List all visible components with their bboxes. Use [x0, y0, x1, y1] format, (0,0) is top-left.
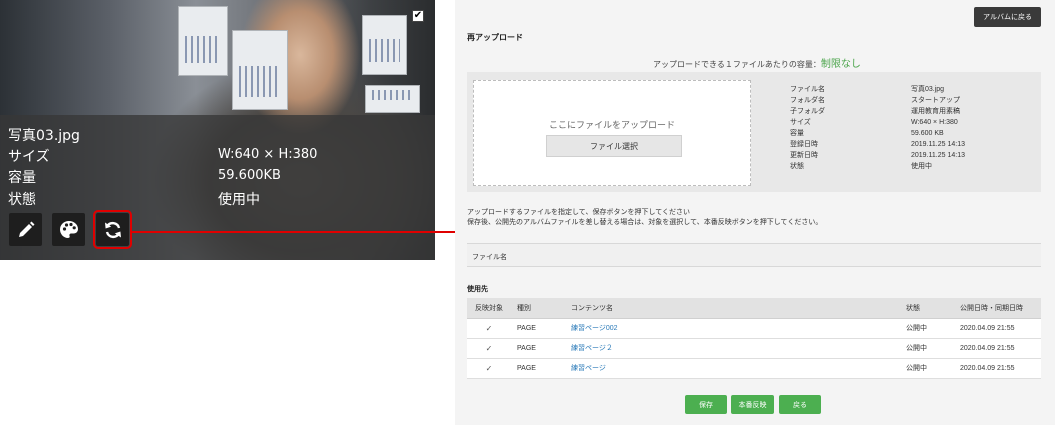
row-content-link[interactable]: 練習ページ002 — [565, 318, 900, 339]
status-value: 使用中 — [218, 192, 260, 208]
filename-field: ファイル名 — [467, 243, 1041, 267]
filename-label: ファイル名 — [472, 254, 507, 261]
capacity-value: 59.600KB — [218, 168, 281, 183]
meta-values: 写真03.jpg スタートアップ 運用教育用素稿 W:640 × H:380 5… — [911, 84, 965, 172]
content-link-text[interactable]: 練習ページ — [571, 365, 606, 372]
refresh-icon — [104, 221, 121, 238]
table-header-row: 反映対象 種別 コンテンツ名 状態 公開日時・同期日時 — [467, 298, 1041, 319]
row-date: 2020.04.09 21:55 — [954, 358, 1041, 379]
dropzone-text: ここにファイルをアップロード — [548, 120, 675, 130]
row-type: PAGE — [511, 338, 565, 359]
meta-label: 子フォルダ — [790, 108, 825, 115]
meta-value: 写真03.jpg — [911, 86, 945, 93]
meta-value: 使用中 — [911, 163, 932, 170]
usage-title: 使用先 — [467, 286, 488, 293]
upload-area: ここにファイルをアップロード ファイル選択 ファイル名 フォルダ名 子フォルダ … — [467, 72, 1041, 192]
wall-chart — [365, 85, 420, 113]
wall-chart — [362, 15, 407, 75]
file-select-button[interactable]: ファイル選択 — [546, 135, 682, 157]
meta-value: スタートアップ — [911, 97, 960, 104]
status-label: 状態 — [8, 192, 36, 208]
col-status: 状態 — [900, 298, 954, 319]
capacity-label: 容量 — [8, 170, 36, 186]
reupload-panel: アルバムに戻る 再アップロード アップロードできる１ファイルあたりの容量：制限な… — [455, 0, 1055, 425]
col-content: コンテンツ名 — [565, 298, 900, 319]
capacity-limit: 制限なし — [820, 59, 861, 70]
meta-label: サイズ — [790, 119, 811, 126]
row-status: 公開中 — [900, 318, 954, 339]
row-type: PAGE — [511, 318, 565, 339]
wall-chart — [232, 30, 288, 110]
table-row: ✓ PAGE 練習ページ 公開中 2020.04.09 21:55 — [467, 358, 1041, 379]
row-status: 公開中 — [900, 338, 954, 359]
row-type: PAGE — [511, 358, 565, 379]
row-date: 2020.04.09 21:55 — [954, 318, 1041, 339]
col-date: 公開日時・同期日時 — [954, 298, 1041, 319]
photo-card: ✔ 写真03.jpg サイズ W:640 × H:380 容量 59.600KB… — [0, 0, 435, 260]
replace-button[interactable] — [93, 210, 132, 249]
table-row: ✓ PAGE 練習ページ２ 公開中 2020.04.09 21:55 — [467, 338, 1041, 359]
palette-button[interactable] — [52, 213, 85, 246]
row-content-link[interactable]: 練習ページ２ — [565, 338, 900, 359]
meta-label: ファイル名 — [790, 86, 825, 93]
content-link-text[interactable]: 練習ページ２ — [571, 345, 613, 352]
save-button[interactable]: 保存 — [685, 395, 727, 414]
capacity-caption: アップロードできる１ファイルあたりの容量：制限なし — [653, 55, 861, 70]
table-row: ✓ PAGE 練習ページ002 公開中 2020.04.09 21:55 — [467, 318, 1041, 339]
size-label: サイズ — [8, 149, 50, 165]
meta-value: 2019.11.25 14:13 — [911, 152, 965, 159]
usage-table: 反映対象 種別 コンテンツ名 状態 公開日時・同期日時 ✓ PAGE 練習ページ… — [467, 298, 1041, 379]
row-checkbox[interactable]: ✓ — [467, 338, 511, 359]
meta-label: 更新日時 — [790, 152, 818, 159]
content-link-text[interactable]: 練習ページ002 — [571, 325, 618, 332]
back-button[interactable]: 戻る — [779, 395, 821, 414]
row-content-link[interactable]: 練習ページ — [565, 358, 900, 379]
pencil-icon — [18, 221, 34, 237]
row-checkbox[interactable]: ✓ — [467, 318, 511, 339]
meta-label: 状態 — [790, 163, 804, 170]
row-date: 2020.04.09 21:55 — [954, 338, 1041, 359]
meta-labels: ファイル名 フォルダ名 子フォルダ サイズ 容量 登録日時 更新日時 状態 — [790, 84, 825, 172]
palette-icon — [59, 220, 78, 238]
wall-chart — [178, 6, 228, 76]
file-name: 写真03.jpg — [8, 128, 80, 144]
page-title: 再アップロード — [467, 33, 523, 42]
meta-value: W:640 × H:380 — [911, 119, 958, 126]
meta-label: 登録日時 — [790, 141, 818, 148]
meta-label: フォルダ名 — [790, 97, 825, 104]
publish-button[interactable]: 本番反映 — [731, 395, 774, 414]
col-target: 反映対象 — [467, 298, 511, 319]
back-to-album-button[interactable]: アルバムに戻る — [974, 7, 1041, 27]
meta-value: 運用教育用素稿 — [911, 108, 960, 115]
row-checkbox[interactable]: ✓ — [467, 358, 511, 379]
col-type: 種別 — [511, 298, 565, 319]
pointer-arrow-line — [132, 231, 460, 233]
edit-button[interactable] — [9, 213, 42, 246]
instruction-line-1: アップロードするファイルを指定して、保存ボタンを押下してください — [467, 209, 691, 216]
capacity-caption-text: アップロードできる１ファイルあたりの容量： — [653, 60, 821, 69]
meta-value: 59.600 KB — [911, 130, 944, 137]
row-status: 公開中 — [900, 358, 954, 379]
meta-value: 2019.11.25 14:13 — [911, 141, 965, 148]
instruction-line-2: 保存後、公開先のアルバムファイルを差し替える場合は、対象を選択して、本番反映ボタ… — [467, 219, 823, 226]
select-checkbox[interactable]: ✔ — [412, 10, 424, 22]
size-value: W:640 × H:380 — [218, 147, 318, 162]
meta-label: 容量 — [790, 130, 804, 137]
dropzone[interactable]: ここにファイルをアップロード ファイル選択 — [473, 80, 751, 186]
